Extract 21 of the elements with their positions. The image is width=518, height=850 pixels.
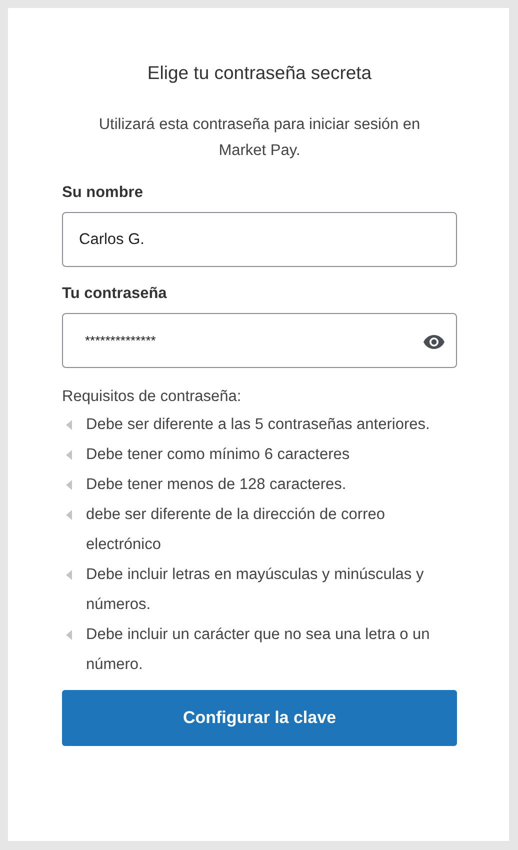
password-label: Tu contraseña (62, 285, 167, 303)
name-label: Su nombre (62, 184, 143, 202)
requirements-heading: Requisitos de contraseña: (62, 388, 242, 406)
triangle-icon (66, 630, 72, 640)
requirement-text: Debe incluir letras en mayúsculas y minúsculas y números. (86, 565, 425, 615)
triangle-icon (66, 570, 72, 580)
name-input-field[interactable]: Carlos G. (62, 212, 457, 267)
triangle-icon (66, 420, 72, 430)
requirement-text: Debe ser diferente a las 5 contraseñas anteriores. (86, 415, 430, 435)
requirement-text: Debe tener menos de 128 caracteres. (86, 475, 346, 495)
triangle-icon (66, 480, 72, 490)
configure-button[interactable]: Configurar la clave (62, 690, 457, 746)
password-input-field[interactable]: ************** (62, 313, 457, 368)
page-title: Elige tu contraseña secreta (146, 62, 373, 84)
eye-icon[interactable] (423, 334, 445, 350)
requirement-text: debe ser diferente de la dirección de correo electrónico (86, 505, 386, 555)
subtitle-text: Utilizará esta contraseña para iniciar sesión en Market Pay. (98, 115, 422, 161)
triangle-icon (66, 450, 72, 460)
requirement-text: Debe tener como mínimo 6 caracteres (86, 445, 350, 465)
requirement-text: Debe incluir un carácter que no sea una letra o un número. (86, 625, 431, 675)
triangle-icon (66, 510, 72, 520)
